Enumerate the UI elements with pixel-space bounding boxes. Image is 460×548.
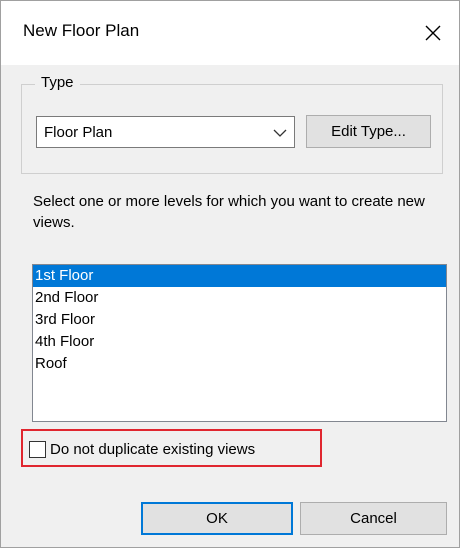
edit-type-button[interactable]: Edit Type... (306, 115, 431, 148)
levels-listbox[interactable]: 1st Floor 2nd Floor 3rd Floor 4th Floor … (32, 264, 447, 422)
list-item[interactable]: 2nd Floor (33, 287, 446, 309)
cancel-button[interactable]: Cancel (300, 502, 447, 535)
list-item[interactable]: Roof (33, 353, 446, 375)
new-floor-plan-dialog: New Floor Plan Type Floor Plan Edit Type… (0, 0, 460, 548)
dialog-title: New Floor Plan (23, 21, 140, 40)
list-item[interactable]: 1st Floor (33, 265, 446, 287)
cancel-button-label: Cancel (350, 510, 397, 527)
close-icon (425, 25, 441, 41)
type-dropdown-value: Floor Plan (44, 124, 113, 141)
no-duplicate-option[interactable]: Do not duplicate existing views (29, 435, 319, 463)
close-button[interactable] (413, 13, 453, 53)
title-bar: New Floor Plan (1, 1, 459, 65)
ok-button[interactable]: OK (141, 502, 293, 535)
list-item[interactable]: 4th Floor (33, 331, 446, 353)
ok-button-label: OK (206, 510, 228, 527)
no-duplicate-label[interactable]: Do not duplicate existing views (50, 441, 255, 458)
levels-instructions: Select one or more levels for which you … (33, 193, 425, 231)
no-duplicate-checkbox[interactable] (29, 440, 46, 458)
edit-type-button-label: Edit Type... (331, 123, 406, 140)
chevron-down-icon (273, 129, 287, 137)
type-group-label: Type (35, 74, 80, 91)
type-dropdown[interactable]: Floor Plan (36, 116, 295, 148)
list-item[interactable]: 3rd Floor (33, 309, 446, 331)
